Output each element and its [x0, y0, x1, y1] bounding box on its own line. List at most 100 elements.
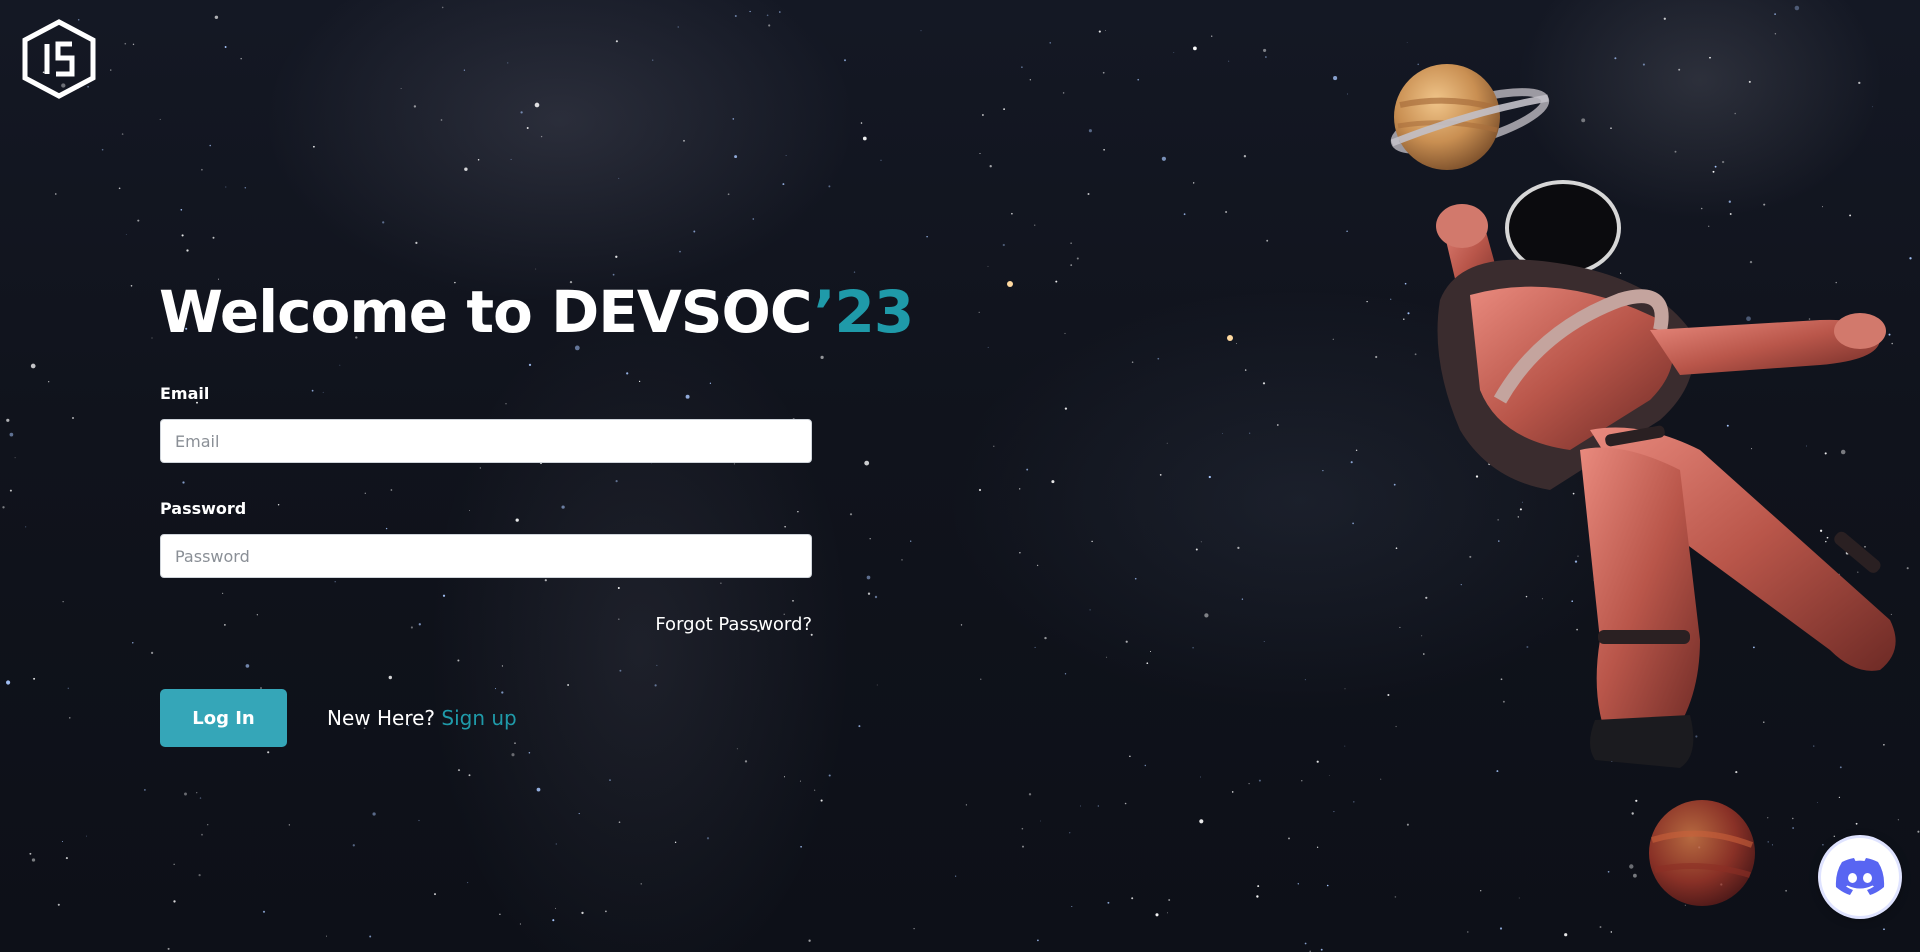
- star: [749, 10, 751, 13]
- star: [1571, 600, 1574, 603]
- star: [1079, 805, 1081, 807]
- star: [555, 843, 557, 845]
- title-year-accent: ’23: [813, 278, 915, 346]
- star: [1097, 805, 1099, 807]
- password-field[interactable]: [160, 534, 812, 578]
- star: [1070, 242, 1072, 244]
- star: [1316, 760, 1319, 763]
- star: [612, 273, 615, 276]
- star: [339, 364, 341, 366]
- star: [505, 403, 507, 405]
- star: [1049, 42, 1051, 44]
- star: [1131, 361, 1134, 363]
- star: [1838, 796, 1841, 799]
- star: [418, 623, 421, 626]
- star: [876, 684, 878, 686]
- star: [1087, 193, 1090, 195]
- star: [1150, 651, 1151, 652]
- star: [201, 168, 203, 171]
- star: [1199, 819, 1204, 824]
- star: [535, 268, 537, 270]
- star: [14, 457, 16, 459]
- star: [65, 857, 68, 860]
- star: [955, 875, 957, 877]
- star: [1726, 424, 1729, 427]
- star: [322, 391, 324, 393]
- star: [30, 363, 36, 369]
- forgot-password-link[interactable]: Forgot Password?: [655, 614, 812, 635]
- star: [1288, 837, 1290, 840]
- star: [720, 582, 722, 584]
- star: [1748, 80, 1751, 83]
- star: [334, 580, 336, 583]
- login-button[interactable]: Log In: [160, 689, 287, 747]
- star: [744, 760, 748, 763]
- star: [501, 691, 504, 694]
- email-field[interactable]: [160, 419, 812, 463]
- star: [792, 600, 794, 602]
- star: [1771, 844, 1773, 846]
- star: [782, 183, 785, 186]
- star: [1499, 927, 1503, 930]
- star: [638, 380, 641, 383]
- star: [866, 575, 871, 580]
- star: [778, 11, 781, 13]
- star: [1663, 17, 1666, 20]
- star: [1159, 474, 1162, 476]
- star: [1161, 156, 1167, 161]
- star: [1684, 904, 1686, 906]
- star: [1498, 540, 1500, 542]
- star: [1753, 646, 1755, 649]
- star: [1849, 214, 1852, 217]
- star: [1581, 118, 1586, 123]
- star: [410, 626, 413, 629]
- star: [1890, 613, 1892, 615]
- star: [1845, 551, 1849, 555]
- star: [920, 30, 922, 32]
- star: [1131, 897, 1134, 900]
- star: [1603, 563, 1605, 566]
- star: [733, 463, 735, 465]
- star: [1104, 30, 1106, 31]
- star: [1366, 300, 1368, 303]
- devsoc-hexagon-logo-icon[interactable]: [20, 18, 98, 100]
- star: [1521, 501, 1523, 503]
- star: [469, 510, 470, 511]
- star: [1393, 483, 1396, 486]
- star: [989, 165, 992, 168]
- signup-link[interactable]: Sign up: [441, 706, 516, 730]
- star: [618, 177, 620, 179]
- star: [1480, 315, 1483, 317]
- star: [196, 792, 198, 794]
- star: [849, 513, 853, 516]
- star: [1322, 469, 1324, 472]
- star: [1333, 76, 1338, 81]
- star: [182, 481, 185, 484]
- star: [1193, 182, 1195, 184]
- discord-button[interactable]: [1821, 838, 1899, 916]
- password-label: Password: [160, 499, 247, 518]
- star: [1496, 770, 1499, 773]
- star: [1651, 757, 1654, 760]
- star: [1635, 799, 1638, 802]
- star: [1792, 827, 1794, 829]
- star: [1036, 564, 1039, 567]
- star: [186, 249, 189, 252]
- star: [1773, 578, 1776, 581]
- star: [31, 858, 36, 862]
- star: [797, 511, 799, 513]
- star: [256, 614, 258, 616]
- star: [221, 592, 224, 595]
- star: [1680, 613, 1682, 616]
- star: [1610, 127, 1612, 129]
- star: [1026, 468, 1029, 471]
- star: [1103, 149, 1105, 151]
- star: [1204, 613, 1209, 618]
- star: [555, 907, 556, 909]
- star: [1352, 522, 1354, 525]
- star: [1794, 5, 1800, 11]
- star: [1222, 433, 1223, 435]
- star: [1488, 463, 1491, 466]
- star: [1642, 63, 1645, 66]
- star: [652, 59, 654, 61]
